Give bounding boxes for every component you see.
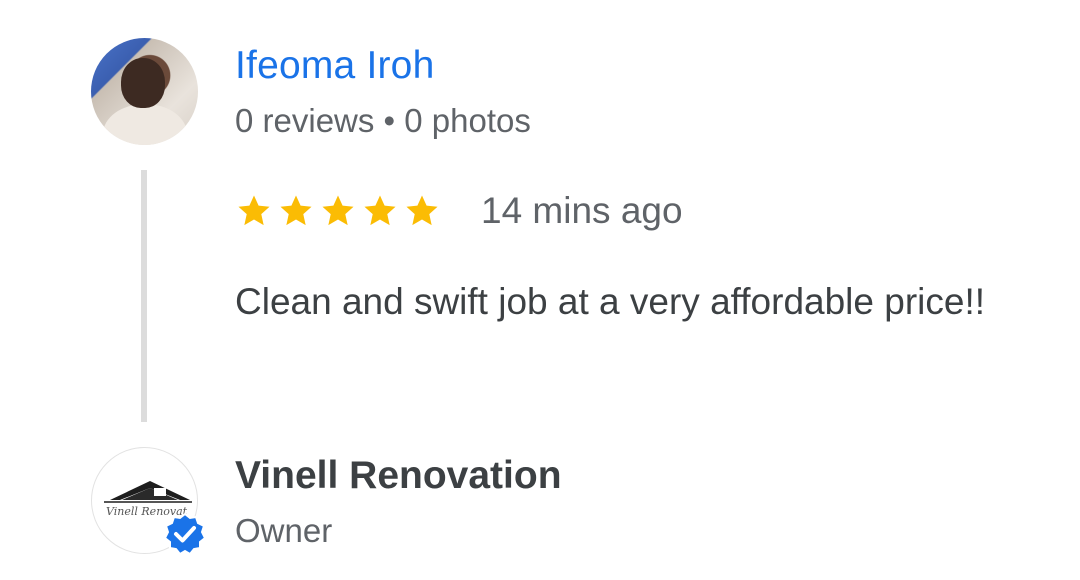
star-icon	[406, 195, 438, 226]
star-icon	[238, 195, 270, 226]
star-icon	[322, 195, 354, 226]
star-rating	[235, 192, 441, 230]
avatar-shoulders	[103, 104, 187, 145]
avatar-face	[121, 58, 165, 108]
reviewer-name-link[interactable]: Ifeoma Iroh	[235, 44, 434, 88]
review-text: Clean and swift job at a very affordable…	[235, 281, 986, 322]
star-icon	[280, 195, 312, 226]
owner-role-label: Owner	[235, 512, 333, 549]
verified-check-icon	[163, 512, 207, 556]
reviewer-avatar[interactable]	[91, 38, 198, 145]
owner-name: Vinell Renovation	[235, 454, 562, 497]
star-icon	[364, 195, 396, 226]
thread-divider	[141, 170, 147, 422]
reviewer-stats: 0 reviews • 0 photos	[235, 102, 531, 139]
review-timestamp: 14 mins ago	[481, 190, 683, 231]
